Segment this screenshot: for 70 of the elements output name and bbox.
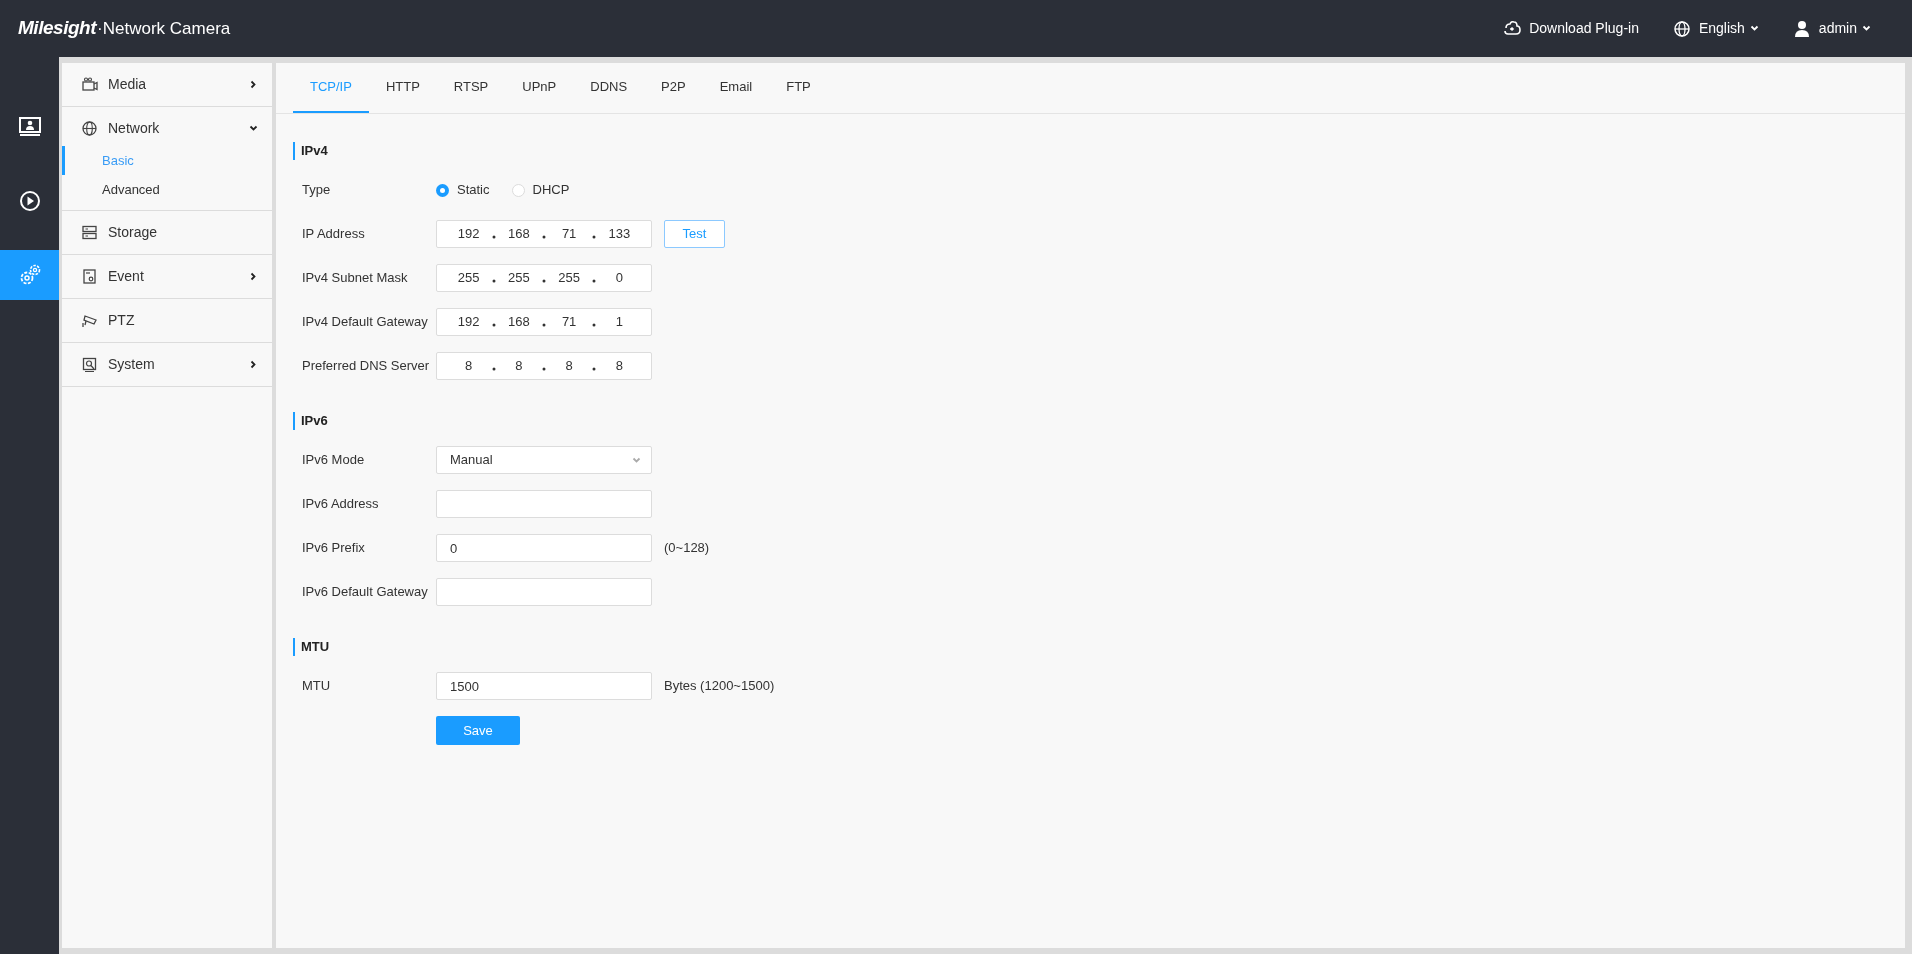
section-title: IPv6	[301, 412, 328, 431]
menu-item[interactable]: PTZ	[62, 299, 272, 342]
dropdown[interactable]: Manual	[436, 446, 652, 474]
menu-item[interactable]: Media	[62, 63, 272, 106]
dot-icon	[592, 279, 597, 283]
dot-icon	[542, 367, 546, 371]
ip-address-field[interactable]: 8 8 8 8	[436, 352, 652, 380]
field-label: Type	[302, 181, 332, 199]
dot-icon	[542, 279, 546, 283]
chevron-down-icon	[632, 455, 641, 465]
language-menu[interactable]: English	[1672, 18, 1759, 39]
field-label: IPv6 Prefix	[302, 539, 366, 557]
tab[interactable]: P2P	[644, 63, 703, 113]
camera-icon	[81, 76, 98, 93]
submenu-item[interactable]: Advanced	[62, 175, 272, 204]
section-title: MTU	[301, 638, 330, 657]
server-icon	[81, 224, 98, 241]
input-field[interactable]: 0	[436, 534, 652, 562]
globe-icon	[81, 120, 98, 137]
radio-button[interactable]	[436, 183, 449, 197]
radio-button[interactable]	[511, 183, 525, 197]
dot-icon	[592, 235, 597, 239]
field-label: IP Address	[302, 225, 366, 243]
user-menu[interactable]: admin	[1792, 18, 1871, 39]
dot-icon	[491, 279, 496, 283]
dot-icon	[542, 323, 546, 327]
globe-icon	[1672, 19, 1691, 38]
menu-item[interactable]: System	[62, 343, 272, 386]
menu-item[interactable]: Storage	[62, 211, 272, 254]
radio-option[interactable]: DHCP	[511, 180, 570, 200]
product-name: ·Network Camera	[97, 18, 231, 41]
tab[interactable]: DDNS	[573, 63, 645, 113]
system-icon	[81, 356, 98, 373]
tab[interactable]: Email	[702, 63, 770, 113]
input-field[interactable]	[436, 490, 652, 518]
dot-icon	[491, 323, 496, 327]
brand-logo: Milesight	[18, 16, 97, 41]
ip-address-field[interactable]: 192 168 71 1	[436, 308, 652, 336]
field-label: IPv4 Subnet Mask	[302, 269, 409, 287]
dot-icon	[592, 323, 597, 327]
field-label: IPv6 Mode	[302, 451, 366, 469]
hint-text: (0~128)	[664, 539, 710, 558]
tab[interactable]: FTP	[769, 63, 828, 113]
input-field[interactable]: 1500	[436, 672, 652, 700]
radio-option[interactable]: Static	[436, 180, 490, 200]
field-label: IPv4 Default Gateway	[302, 313, 429, 331]
tab[interactable]: HTTP	[368, 63, 437, 113]
field-label: Preferred DNS Server	[302, 357, 431, 375]
field-label: IPv6 Default Gateway	[302, 583, 429, 601]
ip-address-field[interactable]: 255 255 255 0	[436, 264, 652, 292]
ip-address-field[interactable]: 192 168 71 133	[436, 220, 652, 248]
dot-icon	[542, 235, 546, 239]
dot-icon	[491, 367, 496, 371]
document-icon	[81, 268, 98, 285]
section-title: IPv4	[301, 142, 328, 161]
dot-icon	[491, 235, 496, 239]
tab[interactable]: RTSP	[436, 63, 506, 113]
tab[interactable]: UPnP	[505, 63, 574, 113]
cloud-icon	[1503, 19, 1522, 38]
field-label: MTU	[302, 677, 332, 695]
input-field[interactable]	[436, 578, 652, 606]
caret-icon	[1749, 24, 1759, 33]
security-camera-icon	[81, 312, 98, 329]
field-label: IPv6 Address	[302, 495, 380, 513]
hint-text: Bytes (1200~1500)	[664, 677, 775, 696]
dot-icon	[592, 367, 597, 371]
menu-item[interactable]: Event	[62, 255, 272, 298]
download-link[interactable]: Download Plug-in	[1503, 18, 1639, 39]
user-icon	[1792, 19, 1811, 38]
caret-icon	[1862, 24, 1871, 33]
